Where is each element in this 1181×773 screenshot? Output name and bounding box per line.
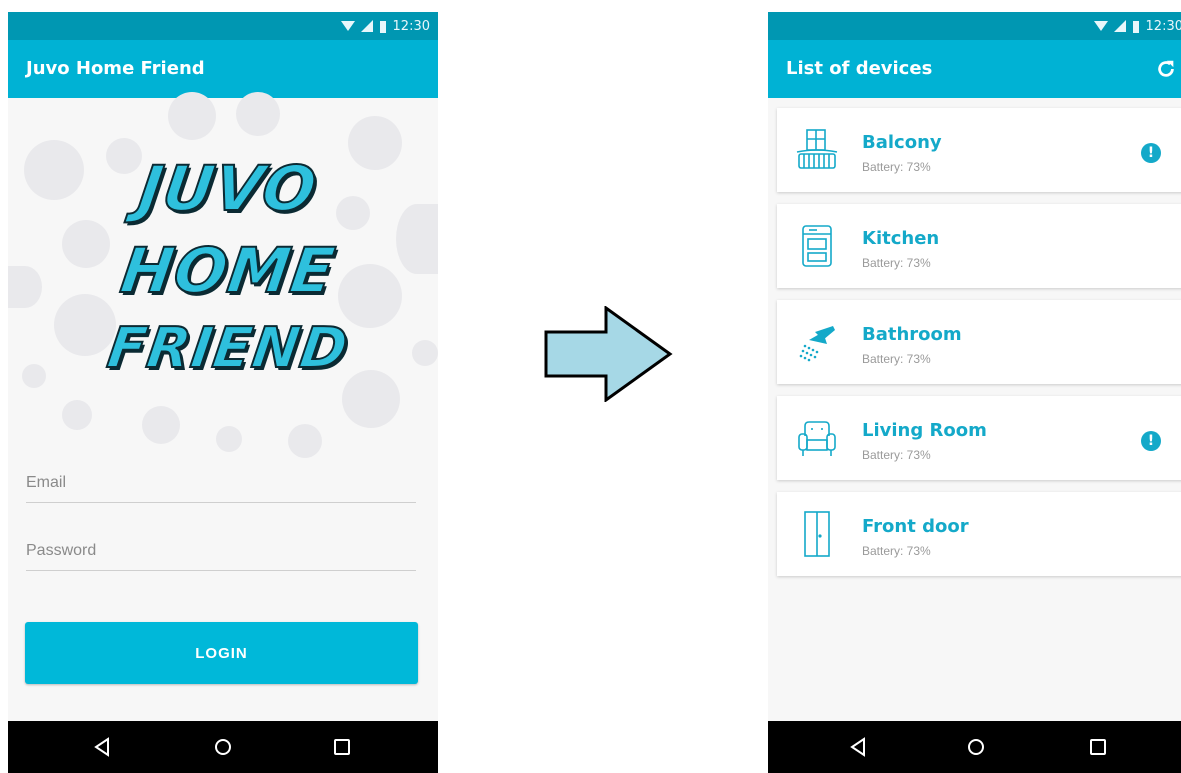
status-bar: 12:30 <box>768 12 1181 40</box>
arrow-right-icon <box>544 306 673 402</box>
device-battery: Battery: 73% <box>862 544 931 558</box>
email-field[interactable]: Email <box>26 474 416 503</box>
app-bar: Juvo Home Friend <box>8 40 438 98</box>
armchair-icon <box>798 421 836 456</box>
battery-icon <box>379 20 386 33</box>
app-bar: List of devices <box>768 40 1181 98</box>
status-time: 12:30 <box>392 18 430 34</box>
recents-icon[interactable] <box>330 735 354 759</box>
home-icon[interactable] <box>964 735 988 759</box>
password-field[interactable]: Password <box>26 542 416 571</box>
wifi-icon <box>1093 21 1108 31</box>
device-name: Kitchen <box>862 228 940 249</box>
wifi-icon <box>340 21 355 31</box>
alert-icon[interactable]: ! <box>1141 143 1161 163</box>
back-icon[interactable] <box>90 735 114 759</box>
logo-line-3: FRIEND <box>103 315 354 382</box>
device-battery: Battery: 73% <box>862 256 931 270</box>
shower-icon <box>799 326 835 362</box>
device-card-kitchen[interactable]: Kitchen Battery: 73% <box>777 204 1181 288</box>
logo-line-1: JUVO <box>133 151 322 226</box>
device-card-balcony[interactable]: Balcony Battery: 73% ! <box>777 108 1181 192</box>
logo-line-2: HOME <box>116 233 341 308</box>
battery-icon <box>1132 20 1139 33</box>
back-icon[interactable] <box>846 735 870 759</box>
device-battery: Battery: 73% <box>862 160 931 174</box>
navigation-bar <box>768 721 1181 773</box>
device-name: Bathroom <box>862 324 962 345</box>
device-name: Balcony <box>862 132 942 153</box>
home-icon[interactable] <box>211 735 235 759</box>
recents-icon[interactable] <box>1086 735 1110 759</box>
status-bar: 12:30 <box>8 12 438 40</box>
navigation-bar <box>8 721 438 773</box>
device-name: Living Room <box>862 420 987 441</box>
juvo-logo: JUVO HOME FRIEND <box>103 151 354 412</box>
device-card-living-room[interactable]: Living Room Battery: 73% ! <box>777 396 1181 480</box>
stove-icon <box>802 225 832 267</box>
page-title: List of devices <box>786 58 933 79</box>
balcony-icon <box>796 129 838 169</box>
device-battery: Battery: 73% <box>862 448 931 462</box>
alert-icon[interactable]: ! <box>1141 431 1161 451</box>
device-name: Front door <box>862 516 969 537</box>
app-title: Juvo Home Friend <box>26 58 205 79</box>
signal-icon <box>1113 20 1126 32</box>
device-card-front-door[interactable]: Front door Battery: 73% <box>777 492 1181 576</box>
door-icon <box>804 511 830 557</box>
devices-phone-screen: 12:30 List of devices Balcony Battery: 7… <box>768 12 1181 773</box>
login-phone-screen: 12:30 Juvo Home Friend JUVO HOME FRIEND … <box>8 12 438 773</box>
login-button[interactable]: LOGIN <box>25 622 418 684</box>
device-card-bathroom[interactable]: Bathroom Battery: 73% <box>777 300 1181 384</box>
device-battery: Battery: 73% <box>862 352 931 366</box>
refresh-icon[interactable] <box>1155 58 1177 80</box>
status-time: 12:30 <box>1145 18 1181 34</box>
signal-icon <box>360 20 373 32</box>
